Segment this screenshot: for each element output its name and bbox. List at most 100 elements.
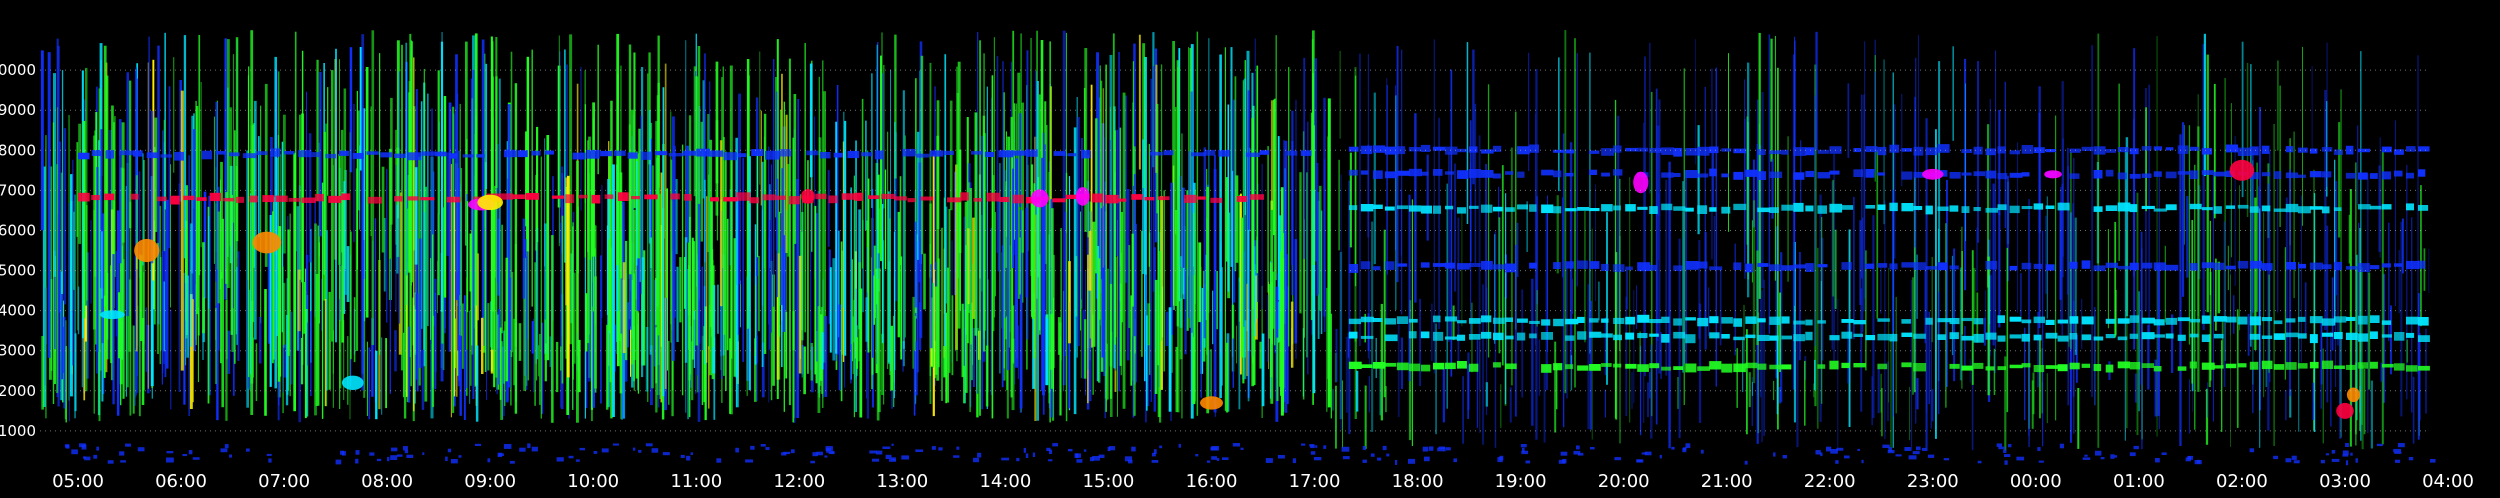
spectrogram-band xyxy=(2189,263,2198,271)
spectrogram-band xyxy=(1517,332,1526,341)
spectrogram-noise xyxy=(568,455,574,459)
spectrogram-band xyxy=(2273,320,2283,325)
spectrogram-streak xyxy=(306,322,309,366)
spectrogram-streak xyxy=(786,210,788,370)
spectrogram-streak xyxy=(1988,275,1991,325)
spectrogram-streak xyxy=(1401,49,1403,315)
spectrogram-band xyxy=(847,150,860,159)
spectrogram-noise xyxy=(1315,445,1318,448)
spectrogram-noise xyxy=(1025,453,1029,458)
spectrogram-streak xyxy=(1993,348,1996,395)
spectrogram-noise xyxy=(2133,445,2139,450)
spectrogram-streak xyxy=(379,53,381,355)
spectrogram-streak xyxy=(1273,99,1276,236)
spectrogram-band xyxy=(2261,263,2273,271)
spectrogram-streak xyxy=(1212,290,1214,345)
spectrogram-band xyxy=(2153,262,2166,271)
spectrogram-band xyxy=(1841,205,1854,210)
spectrogram-streak xyxy=(2126,230,2128,429)
spectrogram-band xyxy=(2249,361,2259,370)
spectrogram-band xyxy=(1757,363,1767,370)
spectrogram-streak xyxy=(1358,53,1361,346)
spectrogram-band xyxy=(2285,172,2298,179)
spectrogram-band xyxy=(2406,260,2420,270)
spectrogram-streak xyxy=(200,82,202,248)
spectrogram-streak xyxy=(1210,349,1212,400)
spectrogram-band xyxy=(2189,361,2197,369)
spectrogram-streak xyxy=(1057,317,1061,355)
spectrogram-band xyxy=(2117,265,2131,270)
spectrogram-band xyxy=(1865,205,1876,209)
spectrogram-noise xyxy=(1309,444,1314,447)
spectrogram-band xyxy=(1805,170,1815,178)
spectrogram-streak xyxy=(283,114,286,254)
spectrogram-streak xyxy=(703,179,706,365)
spectrogram-band xyxy=(1505,363,1517,370)
spectrogram-streak xyxy=(259,317,262,364)
spectrogram-streak xyxy=(1916,378,1919,410)
spectrogram-streak xyxy=(463,295,466,420)
spectrogram-streak xyxy=(1482,284,1485,445)
spectrogram-noise xyxy=(869,450,877,454)
spectrogram-band xyxy=(2321,332,2334,337)
spectrogram-band xyxy=(1841,331,1853,339)
spectrogram-streak xyxy=(50,279,53,371)
spectrogram-streak xyxy=(1629,177,1631,423)
spectrogram-band xyxy=(613,150,626,156)
spectrogram-streak xyxy=(293,152,296,412)
spectrogram-band xyxy=(1757,149,1766,155)
spectrogram-streak xyxy=(1938,61,1941,263)
spectrogram-band xyxy=(2406,172,2414,179)
spectrogram-streak xyxy=(1012,168,1014,269)
spectrogram-streak xyxy=(2234,136,2236,286)
spectrogram-streak xyxy=(2259,208,2261,448)
spectrogram-band xyxy=(902,148,916,157)
spectrogram-streak xyxy=(2256,162,2258,312)
spectrogram-streak xyxy=(742,157,745,362)
spectrogram-streak xyxy=(983,133,986,331)
spectrogram-band xyxy=(1973,318,1984,325)
spectrogram-streak xyxy=(1081,138,1083,309)
spectrogram-noise xyxy=(826,448,831,453)
spectrogram-band xyxy=(1661,316,1670,323)
spectrogram-streak xyxy=(531,49,533,307)
spectrogram-band xyxy=(1829,170,1840,175)
spectrogram-streak xyxy=(1303,57,1306,259)
spectrogram-streak xyxy=(2028,211,2030,436)
spectrogram-noise xyxy=(1178,443,1181,448)
spectrogram-band xyxy=(828,195,838,204)
spectrogram-streak xyxy=(1299,172,1302,314)
spectrogram-streak xyxy=(225,300,228,421)
spectrogram-band xyxy=(2418,146,2430,152)
spectrogram-streak xyxy=(2077,388,2080,449)
spectrogram-streak xyxy=(534,262,536,406)
spectrogram-band xyxy=(2021,206,2033,210)
spectrogram-streak xyxy=(865,297,869,342)
spectrogram-band xyxy=(1673,265,1683,271)
spectrogram-streak xyxy=(587,150,590,344)
spectrogram-streak xyxy=(434,278,437,373)
spectrogram-band xyxy=(2261,145,2270,154)
spectrogram-noise xyxy=(1577,452,1584,456)
spectrogram-streak xyxy=(2312,382,2315,420)
spectrogram-band xyxy=(1433,169,1443,176)
spectrogram-hotspot xyxy=(134,238,160,263)
spectrogram-streak xyxy=(985,345,989,407)
spectrogram-band xyxy=(2045,319,2055,325)
spectrogram-streak xyxy=(446,152,449,256)
spectrogram-streak xyxy=(1335,328,1338,382)
spectrogram-streak xyxy=(2311,66,2313,153)
spectrogram-noise xyxy=(1075,453,1079,459)
spectrogram-band xyxy=(503,149,517,158)
spectrogram-streak xyxy=(1375,337,1377,378)
spectrogram-band xyxy=(2285,318,2296,323)
spectrogram-noise xyxy=(680,454,685,458)
spectrogram-band xyxy=(1481,149,1494,154)
spectrogram-noise xyxy=(2331,458,2340,462)
spectrogram-noise xyxy=(2408,457,2414,461)
spectrogram-streak xyxy=(255,343,258,401)
spectrogram-streak xyxy=(487,303,490,371)
spectrogram-streak xyxy=(1860,288,1863,412)
spectrogram-streak xyxy=(853,175,855,418)
spectrogram-streak xyxy=(844,120,847,356)
